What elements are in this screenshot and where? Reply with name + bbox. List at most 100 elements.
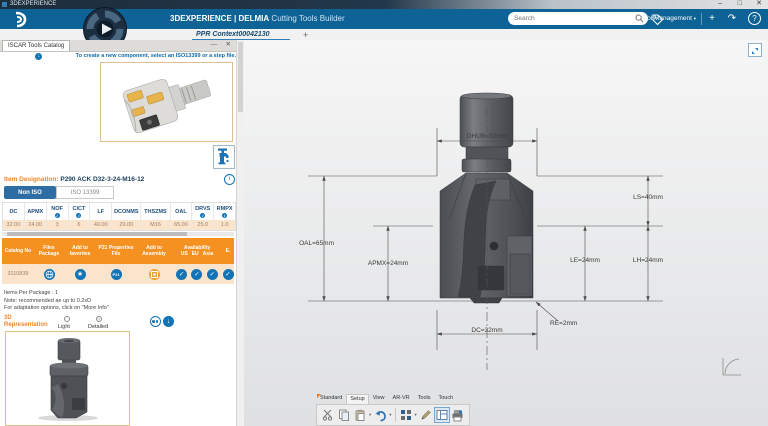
copy-icon[interactable] [337,408,351,422]
non-iso-button[interactable]: Non ISO [4,186,56,199]
note-line: Items Per Package : 1 [4,290,109,298]
application-window: 3DEXPERIENCE – □ ✕ 3DEXPERIENCE | DELMIA… [0,0,768,426]
p21-icon: P21 [111,269,122,280]
tab-touch[interactable]: Touch [435,393,458,404]
search-box[interactable] [508,12,648,25]
note-line: For adaptation options, click on "More I… [4,305,109,313]
panel-close-icon[interactable]: ✕ [226,40,231,50]
download-icon[interactable]: ↓ [163,316,174,327]
app-icon [2,2,7,7]
note-line: Note: recommended ae up to 0.2xD [4,298,109,306]
brand-suite: Cutting Tools Builder [271,14,344,23]
tab-ar-vr[interactable]: AR-VR [389,393,414,404]
action-bar-tabs: Standard Setup View AR-VR Tools Touch [316,395,470,404]
panel-scrollbar[interactable] [236,40,244,426]
iso-13399-button[interactable]: ISO 13399 [56,186,114,199]
info-message: ↓ To create a new component, select an I… [4,53,236,60]
viewer-canvas[interactable]: DHUB=32mm OAL=65mm LS=40mm APMX=24mm LE=… [244,40,768,426]
dim-oal: OAL=65mm [299,240,334,247]
param-col-apmx: APMX 24.00 [25,203,47,230]
tab-setup[interactable]: Setup [346,394,368,404]
param-col-nof: NOFi 3 [47,203,69,230]
brand-name: 3DEXPERIENCE [170,14,232,23]
more-info-icon[interactable]: i [224,174,235,185]
toolbar-separator [395,408,396,422]
check-icon: ✓ [207,269,218,280]
dim-lh: LH=24mm [633,257,663,264]
paste-dropdown-icon[interactable]: ▾ [369,412,371,418]
properties-icon[interactable] [399,408,413,422]
param-col-drvs: DRVSi 25.0 [192,203,214,230]
param-col-oal: OAL 65.00 [171,203,193,230]
brand-sep: | [234,14,236,23]
p21-file-cell[interactable]: P21 [96,269,136,280]
coolant-faucet-icon[interactable] [213,145,235,169]
add-to-assembly-cell[interactable] [136,269,172,280]
globe-icon [44,269,55,280]
restore-viewport-icon[interactable] [748,43,762,57]
search-input[interactable] [512,14,635,23]
info-icon[interactable]: i [200,213,205,218]
stereo-view-icon[interactable] [150,316,161,327]
dim-ls: LS=40mm [633,194,663,201]
panel-title[interactable]: ISCAR Tools Catalog [2,40,70,51]
info-icon[interactable]: i [76,213,81,218]
availability-extra-cell: ✓ [222,269,234,280]
param-col-cict: CICTi 6 [69,203,91,230]
detailed-radio[interactable] [96,316,102,322]
paste-icon[interactable] [353,408,367,422]
window-title: 3DEXPERIENCE [10,0,56,9]
window-minimize-icon[interactable]: – [718,0,722,8]
print-icon[interactable] [451,408,465,422]
star-icon: ★ [75,269,86,280]
app-title: 3DEXPERIENCE | DELMIA Cutting Tools Buil… [170,9,345,29]
dim-dhub: DHUB=32mm [467,133,507,140]
undo-icon[interactable] [373,408,387,422]
light-radio[interactable] [64,316,70,322]
dim-apmx: APMX=24mm [368,260,408,267]
table-horizontal-scrollbar[interactable] [2,232,234,236]
assembly-icon [149,269,160,280]
files-package-cell[interactable] [34,269,64,280]
info-icon[interactable]: i [222,213,227,218]
item-designation: Item Designation: P290 ACK D32-3-24-M16-… [4,176,144,183]
param-col-thszms: THSZMS M16 [141,203,170,230]
iscar-tools-catalog-panel: ISCAR Tools Catalog — ✕ ↓ To create a ne… [0,40,244,426]
param-col-lf: LF 40.00 [90,203,112,230]
window-close-icon[interactable]: ✕ [756,0,762,8]
window-maximize-icon[interactable]: □ [738,0,742,8]
properties-dropdown-icon[interactable]: ▾ [415,412,417,418]
param-col-dc: DC 32.00 [3,203,25,230]
availability-header: Availability US EU Asia [172,238,222,264]
tab-tools[interactable]: Tools [414,393,435,404]
product-photo [100,62,233,142]
representation-label: 3D Representation [4,315,50,329]
share-icon[interactable]: ↷ [726,9,738,29]
undo-dropdown-icon[interactable]: ▾ [389,412,391,418]
parameters-table: DC 32.00 APMX 24.00 NOFi 3 CICTi 6 LF 40… [2,202,236,231]
help-icon[interactable]: ? [748,9,760,29]
detailed-radio-label[interactable]: Detailed [88,324,108,330]
dim-re: RE=2mm [550,320,577,327]
light-radio-label[interactable]: Light [58,324,70,330]
catalog-table-row: 3110839 ★ P21 [2,264,234,284]
package-notes: Items Per Package : 1 Note: recommended … [4,290,109,313]
action-bar: Standard Setup View AR-VR Tools Touch ▾ … [316,395,470,426]
check-icon: ✓ [191,269,202,280]
tab-view[interactable]: View [369,393,389,404]
panel-minimize-icon[interactable]: — [211,40,218,50]
add-to-favorites-cell[interactable]: ★ [64,269,96,280]
annotate-icon[interactable] [419,408,433,422]
cut-icon[interactable] [321,408,335,422]
check-icon: ✓ [223,269,234,280]
check-icon: ✓ [176,269,187,280]
info-icon[interactable]: i [55,213,60,218]
catalog-table: Catalog No Files Package Add to favorite… [2,238,234,284]
tool-management-menu[interactable]: Tool Management ▾ [640,9,696,29]
availability-cell: ✓ ✓ ✓ [172,269,222,280]
param-col-rmpx: RMPXi 1.0 [214,203,235,230]
panel-display-icon[interactable] [435,408,449,422]
tab-standard[interactable]: Standard [316,393,346,404]
import-icon: ↓ [35,53,42,60]
add-button[interactable]: + [706,9,718,29]
